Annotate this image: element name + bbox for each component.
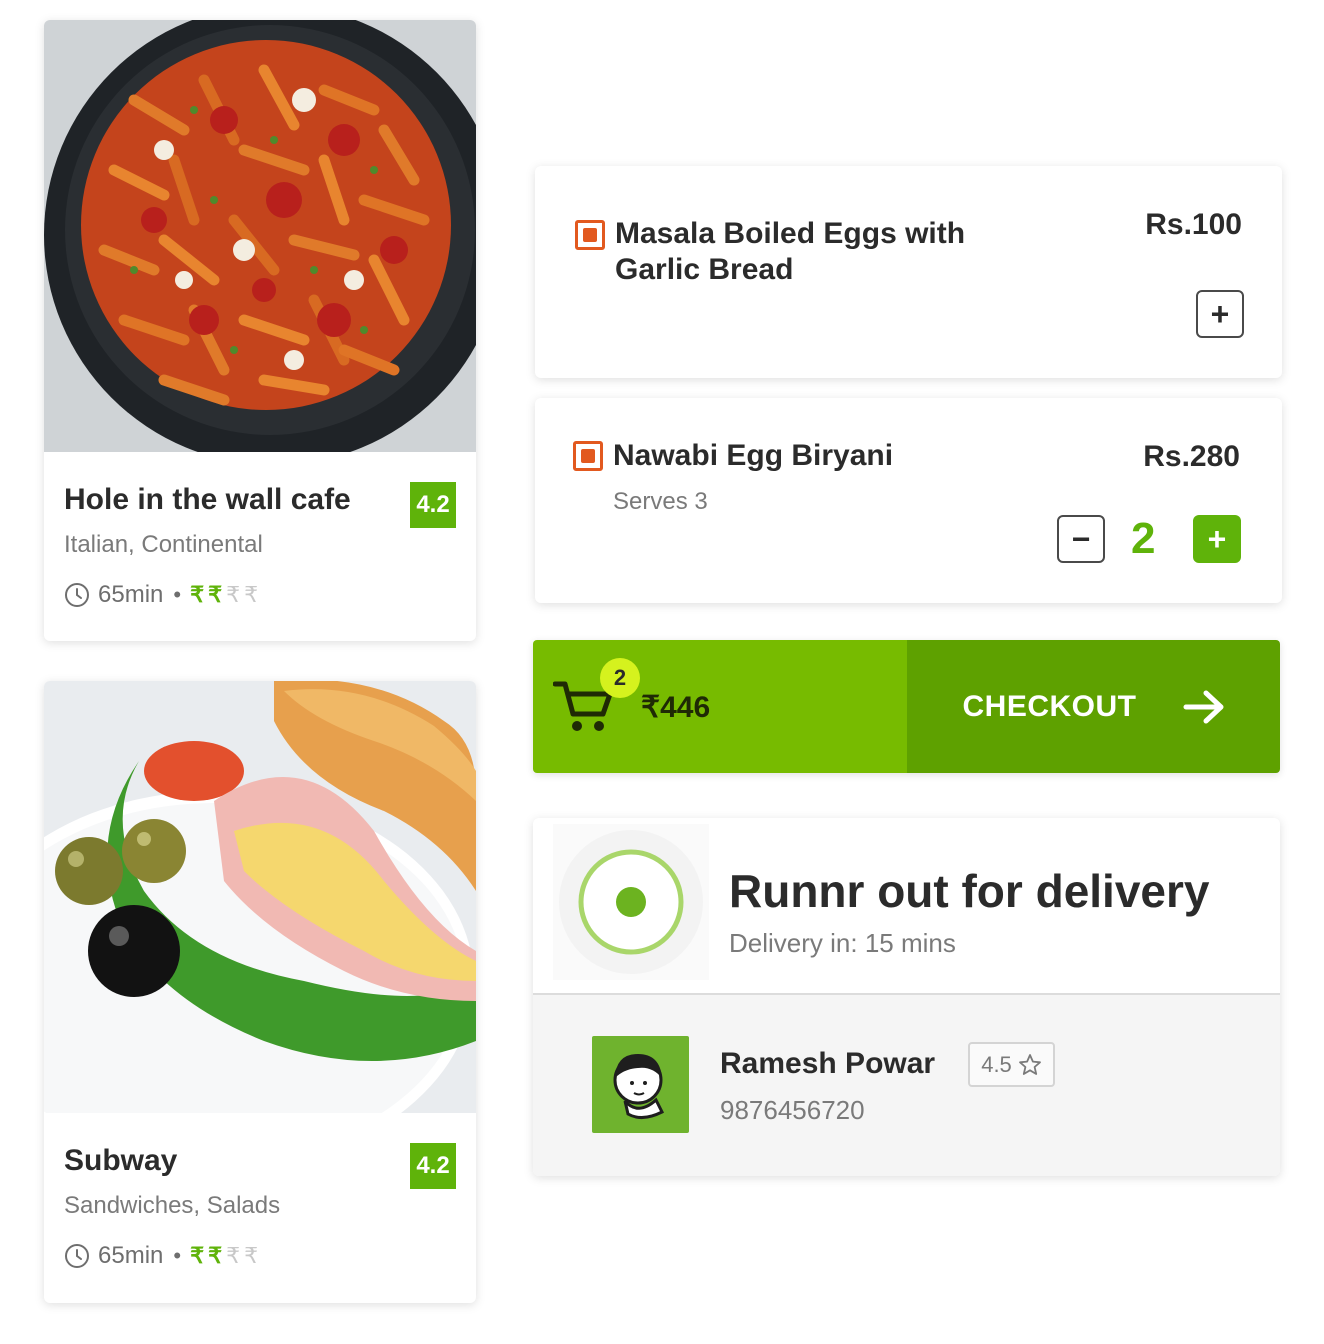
quantity-value: 2 bbox=[1131, 514, 1156, 563]
pasta-photo bbox=[44, 20, 476, 452]
runner-name: Ramesh Powar bbox=[720, 1047, 936, 1080]
delivery-time: 65min bbox=[98, 1242, 164, 1269]
menu-item-price: Rs.100 bbox=[1145, 208, 1242, 241]
price-level-rupee: ₹ bbox=[244, 1243, 259, 1268]
increase-quantity-button[interactable]: + bbox=[1193, 515, 1241, 563]
price-level-rupee: ₹ bbox=[190, 1243, 205, 1268]
restaurant-meta: 65min • ₹ ₹ ₹ ₹ bbox=[64, 1239, 456, 1273]
menu-item-card: Masala Boiled Eggs with Garlic Bread Rs.… bbox=[535, 166, 1282, 378]
delivery-pulse bbox=[553, 824, 709, 980]
delivery-title: Runnr out for delivery bbox=[729, 865, 1210, 917]
runner-info: Ramesh Powar 9876456720 4.5 bbox=[533, 995, 1280, 1176]
cart-total: ₹446 bbox=[641, 691, 711, 724]
clock-icon bbox=[65, 583, 89, 607]
restaurant-card[interactable]: Subway 4.2 Sandwiches, Salads 65min • ₹ … bbox=[44, 681, 476, 1303]
cart-count-badge: 2 bbox=[600, 658, 640, 698]
sandwich-photo bbox=[44, 681, 476, 1113]
checkout-button[interactable]: CHECKOUT bbox=[907, 640, 1280, 773]
decrease-quantity-button[interactable]: − bbox=[1057, 515, 1105, 563]
restaurant-meta: 65min • ₹ ₹ ₹ ₹ bbox=[64, 578, 456, 612]
separator: • bbox=[173, 582, 182, 607]
add-item-button[interactable]: + bbox=[1196, 290, 1244, 338]
cart-bar: 2 ₹446 CHECKOUT bbox=[533, 640, 1280, 773]
delivery-time: 65min bbox=[98, 581, 164, 608]
runner-rating-badge: 4.5 bbox=[968, 1042, 1055, 1087]
cart-summary[interactable]: 2 ₹446 bbox=[533, 640, 907, 773]
menu-item-serves: Serves 3 bbox=[613, 488, 708, 515]
menu-item-card: Nawabi Egg Biryani Serves 3 Rs.280 − 2 + bbox=[535, 398, 1282, 603]
runner-phone[interactable]: 9876456720 bbox=[720, 1095, 865, 1126]
price-level-rupee: ₹ bbox=[244, 582, 259, 607]
separator: • bbox=[173, 1243, 182, 1268]
location-pulse-icon bbox=[559, 830, 703, 974]
price-level-rupee: ₹ bbox=[226, 1243, 241, 1268]
rating-badge: 4.2 bbox=[410, 482, 456, 528]
clock-icon bbox=[65, 1244, 89, 1268]
restaurant-cuisine: Sandwiches, Salads bbox=[64, 1192, 281, 1219]
price-level-rupee: ₹ bbox=[190, 582, 205, 607]
avatar bbox=[592, 1036, 689, 1133]
star-icon bbox=[1018, 1053, 1041, 1075]
restaurant-cuisine: Italian, Continental bbox=[64, 531, 263, 558]
restaurant-name: Hole in the wall cafe bbox=[64, 483, 351, 516]
price-level-rupee: ₹ bbox=[208, 1243, 223, 1268]
runner-avatar-icon bbox=[613, 1054, 665, 1119]
delivery-status: Runnr out for delivery Delivery in: 15 m… bbox=[533, 818, 1280, 995]
arrow-right-icon bbox=[1183, 690, 1223, 723]
menu-item-price: Rs.280 bbox=[1143, 440, 1240, 473]
price-level-rupee: ₹ bbox=[226, 582, 241, 607]
non-veg-icon bbox=[573, 441, 603, 471]
restaurant-card[interactable]: Hole in the wall cafe 4.2 Italian, Conti… bbox=[44, 20, 476, 641]
runner-rating-value: 4.5 bbox=[981, 1051, 1012, 1077]
restaurant-name: Subway bbox=[64, 1144, 178, 1177]
checkout-label: CHECKOUT bbox=[962, 689, 1137, 723]
rating-badge: 4.2 bbox=[410, 1143, 456, 1189]
menu-item-name: Masala Boiled Eggs with Garlic Bread bbox=[615, 217, 966, 286]
delivery-eta: Delivery in: 15 mins bbox=[729, 928, 956, 958]
non-veg-icon bbox=[575, 220, 605, 250]
price-level-rupee: ₹ bbox=[208, 582, 223, 607]
delivery-status-card: Runnr out for delivery Delivery in: 15 m… bbox=[533, 818, 1280, 1176]
menu-item-name: Nawabi Egg Biryani bbox=[613, 439, 894, 472]
